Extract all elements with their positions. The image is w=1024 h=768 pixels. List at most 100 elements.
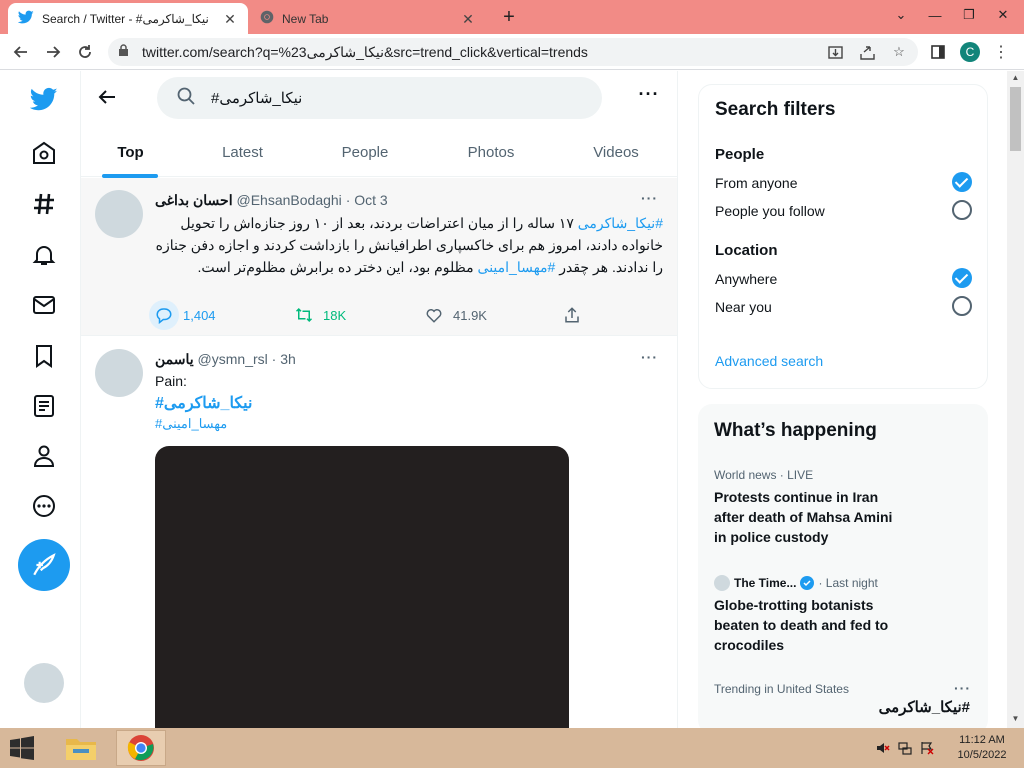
trend-time: · Last night — [818, 576, 878, 590]
tweet-more-icon[interactable]: ··· — [641, 349, 658, 365]
retweet-button[interactable]: 18K — [289, 302, 346, 328]
restore-icon[interactable]: ❐ — [952, 0, 986, 30]
tab-close-icon[interactable]: ✕ — [222, 11, 238, 27]
tweet-more-icon[interactable]: ··· — [641, 190, 658, 206]
tweet-hashtag[interactable]: #مهسا_امینی — [478, 259, 556, 275]
more-options-icon[interactable]: ··· — [637, 85, 661, 107]
home-icon[interactable] — [30, 139, 58, 167]
share-button[interactable] — [557, 302, 587, 328]
radio-people-you-follow[interactable] — [952, 200, 972, 220]
tweet-display-name[interactable]: یاسمن — [155, 351, 194, 367]
windows-start-icon[interactable] — [8, 736, 36, 760]
tweet-hashtag[interactable]: #نیکا_شاکرمی — [155, 393, 252, 413]
reload-icon[interactable] — [72, 40, 98, 64]
tab-title: New Tab — [282, 11, 329, 26]
search-tabs: Top Latest People Photos Videos — [81, 127, 677, 177]
chrome-taskbar-icon[interactable] — [116, 730, 166, 766]
forward-arrow-icon[interactable] — [40, 40, 66, 64]
filter-people-you-follow[interactable]: People you follow — [715, 203, 825, 219]
search-results-column: #نیکا_شاکرمی ··· Top Latest People Photo… — [80, 71, 678, 728]
chrome-menu-icon[interactable]: ⋮ — [992, 43, 1010, 61]
advanced-search-link[interactable]: Advanced search — [715, 353, 823, 369]
tab-search-icon[interactable]: ⌄ — [884, 0, 918, 30]
people-filter-label: People — [715, 146, 765, 163]
radio-near-you[interactable] — [952, 296, 972, 316]
action-center-flag-icon[interactable] — [920, 741, 934, 755]
tweet-display-name[interactable]: احسان بداغی — [155, 192, 233, 208]
address-bar[interactable]: twitter.com/search?q=%23نیکا_شاکرمی&src=… — [108, 38, 918, 66]
reply-count: 1,404 — [183, 307, 216, 323]
system-clock[interactable]: 11:12 AM 10/5/2022 — [944, 733, 1020, 763]
close-window-icon[interactable]: ✕ — [986, 0, 1020, 30]
minimize-icon[interactable]: — — [918, 0, 952, 30]
tab-people[interactable]: People — [305, 127, 425, 177]
tweet-handle[interactable]: @ysmn_rsl — [198, 351, 268, 367]
tweet-time[interactable]: 3h — [280, 351, 296, 367]
more-circle-icon[interactable] — [30, 492, 58, 520]
tab-title: Search / Twitter - #نیکا_شاکرمی — [42, 11, 209, 26]
trend-title[interactable]: #نیکا_شاکرمی — [714, 698, 970, 716]
profile-avatar[interactable]: C — [960, 42, 980, 62]
search-input[interactable]: #نیکا_شاکرمی — [157, 77, 602, 119]
filter-from-anyone[interactable]: From anyone — [715, 175, 797, 191]
new-tab-button[interactable]: + — [497, 5, 521, 29]
twitter-favicon-icon — [17, 9, 34, 28]
volume-muted-icon[interactable] — [876, 741, 890, 755]
compose-tweet-button[interactable] — [18, 539, 70, 591]
radio-anywhere[interactable] — [952, 268, 972, 288]
tab-photos[interactable]: Photos — [425, 127, 557, 177]
scroll-up-icon[interactable]: ▲ — [1010, 73, 1021, 85]
browser-titlebar: Search / Twitter - #نیکا_شاکرمی ✕ New Ta… — [0, 0, 1024, 34]
tweet-avatar[interactable] — [95, 349, 143, 397]
notifications-bell-icon[interactable] — [30, 241, 58, 269]
source-avatar — [714, 575, 730, 591]
side-panel-icon[interactable] — [929, 43, 947, 61]
share-icon[interactable] — [858, 43, 876, 61]
twitter-logo-icon[interactable] — [30, 85, 58, 113]
messages-envelope-icon[interactable] — [30, 291, 58, 319]
tab-top[interactable]: Top — [81, 127, 180, 177]
tweet[interactable]: یاسمن @ysmn_rsl · 3h ··· Pain: #نیکا_شاک… — [81, 337, 677, 728]
back-arrow-icon[interactable] — [8, 40, 34, 64]
browser-tab-twitter[interactable]: Search / Twitter - #نیکا_شاکرمی ✕ — [8, 3, 248, 34]
tweet-media[interactable] — [155, 446, 569, 728]
back-arrow-icon[interactable] — [95, 85, 119, 109]
browser-tab-newtab[interactable]: New Tab ✕ — [250, 3, 486, 34]
happening-title: What’s happening — [714, 420, 877, 441]
tweet-avatar[interactable] — [95, 190, 143, 238]
profile-person-icon[interactable] — [30, 442, 58, 470]
reply-button[interactable]: 1,404 — [149, 300, 216, 330]
network-icon[interactable] — [898, 741, 912, 755]
scroll-thumb[interactable] — [1010, 87, 1021, 151]
tab-latest[interactable]: Latest — [180, 127, 305, 177]
bookmark-star-icon[interactable]: ☆ — [890, 43, 908, 61]
scroll-down-icon[interactable]: ▼ — [1010, 714, 1021, 726]
account-avatar[interactable] — [24, 663, 64, 703]
tweet-text: Pain: — [155, 373, 187, 389]
trend-more-icon[interactable]: ··· — [954, 680, 971, 696]
trend-title[interactable]: Protests continue in Iran after death of… — [714, 487, 904, 547]
radio-from-anyone[interactable] — [952, 172, 972, 192]
filter-near-you[interactable]: Near you — [715, 299, 772, 315]
tweet-hashtag[interactable]: #نیکا_شاکرمی — [578, 215, 663, 231]
retweet-count: 18K — [323, 307, 347, 323]
tweet-time[interactable]: Oct 3 — [354, 192, 387, 208]
install-app-icon[interactable] — [826, 43, 844, 61]
trend-source[interactable]: The Time... — [734, 576, 796, 590]
lock-icon[interactable] — [118, 44, 138, 60]
tweet-hashtag[interactable]: #مهسا_امینی — [155, 416, 227, 432]
tab-videos[interactable]: Videos — [557, 127, 675, 177]
file-explorer-icon[interactable] — [56, 730, 106, 766]
bookmarks-icon[interactable] — [30, 342, 58, 370]
filter-anywhere[interactable]: Anywhere — [715, 271, 777, 287]
tab-close-icon[interactable]: ✕ — [460, 11, 476, 27]
lists-icon[interactable] — [30, 392, 58, 420]
like-button[interactable]: 41.9K — [419, 302, 487, 328]
explore-hashtag-icon[interactable] — [30, 190, 58, 218]
page-scrollbar[interactable]: ▲ ▼ — [1007, 71, 1024, 728]
tweet[interactable]: احسان بداغی @EhsanBodaghi · Oct 3 ··· #ن… — [81, 178, 677, 336]
tweet-handle[interactable]: @EhsanBodaghi — [237, 192, 342, 208]
chrome-favicon-icon — [260, 10, 274, 27]
trend-title[interactable]: Globe-trotting botanists beaten to death… — [714, 595, 904, 655]
tweet-header: احسان بداغی @EhsanBodaghi · Oct 3 — [155, 192, 388, 209]
